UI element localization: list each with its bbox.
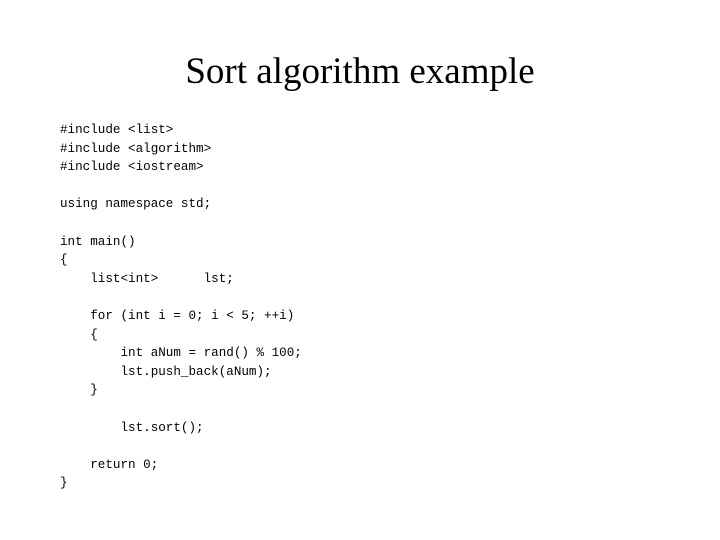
slide-canvas: Sort algorithm example #include <list> #i… [0,0,720,540]
code-line: #include <algorithm> [60,141,212,156]
code-line: #include <list> [60,123,174,137]
code-line: lst.push_back(aNum); [60,364,272,379]
code-line: using namespace std; [60,197,212,212]
code-line: return 0; [60,457,159,472]
code-line: { [60,253,68,268]
code-line: int main() [60,234,136,249]
code-line: list<int> lst; [60,271,234,286]
code-line: lst.sort(); [60,420,204,435]
page-title: Sort algorithm example [185,51,535,92]
code-block: #include <list> #include <algorithm> #incl… [60,121,680,493]
code-line: { [60,327,98,342]
code-line: } [60,476,68,491]
code-line: #include <iostream> [60,160,204,175]
code-line: int aNum = rand() % 100; [60,346,302,361]
code-line: } [60,383,98,398]
code-line: for (int i = 0; i < 5; ++i) [60,308,295,323]
